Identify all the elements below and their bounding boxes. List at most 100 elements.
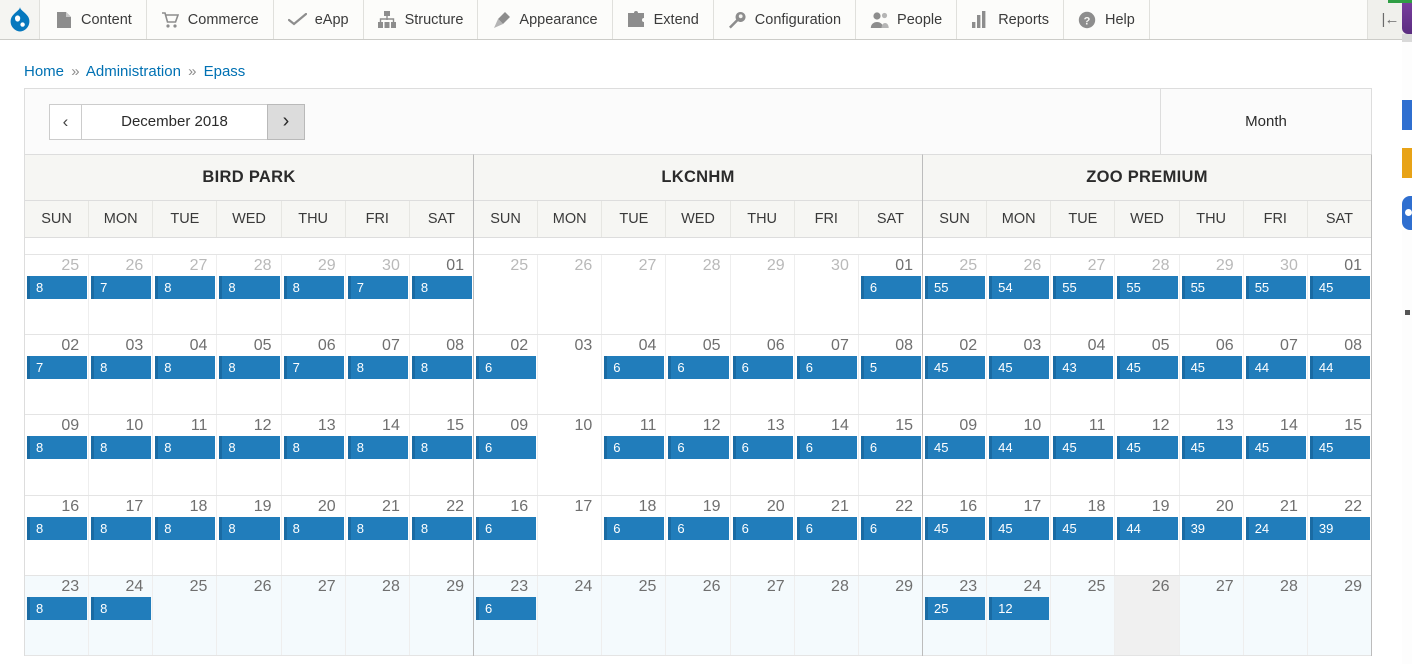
toolbar-item-configuration[interactable]: Configuration <box>713 0 857 39</box>
calendar-day-cell[interactable]: 29 55 <box>1180 255 1244 335</box>
calendar-day-cell[interactable]: 12 45 <box>1115 415 1180 495</box>
calendar-event-bar[interactable]: 45 <box>989 516 1050 540</box>
calendar-day-cell[interactable]: 05 6 <box>666 335 731 415</box>
calendar-day-cell[interactable]: 13 8 <box>282 415 346 495</box>
calendar-day-cell[interactable]: 04 43 <box>1051 335 1116 415</box>
calendar-day-cell[interactable]: 10 44 <box>987 415 1052 495</box>
calendar-event-bar[interactable]: 8 <box>219 356 280 380</box>
calendar-day-cell[interactable]: 25 <box>153 575 218 656</box>
calendar-event-bar[interactable]: 8 <box>91 516 152 540</box>
calendar-day-cell[interactable]: 03 8 <box>89 335 154 415</box>
calendar-day-cell[interactable]: 24 8 <box>89 575 154 656</box>
calendar-day-cell[interactable]: 02 45 <box>923 335 988 415</box>
calendar-day-cell[interactable]: 02 6 <box>474 335 539 415</box>
calendar-day-cell[interactable]: 25 <box>1051 575 1116 656</box>
calendar-event-bar[interactable]: 8 <box>155 356 216 380</box>
breadcrumb-item-administration[interactable]: Administration <box>86 63 181 80</box>
toolbar-item-content[interactable]: Content <box>40 0 147 39</box>
calendar-event-bar[interactable]: 55 <box>1245 276 1306 299</box>
calendar-event-bar[interactable]: 45 <box>1053 516 1114 540</box>
toolbar-item-commerce[interactable]: Commerce <box>146 0 274 39</box>
calendar-day-cell[interactable]: 10 8 <box>89 415 154 495</box>
calendar-day-cell[interactable]: 19 44 <box>1115 495 1180 575</box>
calendar-event-bar[interactable]: 5 <box>860 356 921 380</box>
calendar-event-bar[interactable]: 45 <box>925 516 986 540</box>
calendar-event-bar[interactable]: 39 <box>1309 516 1370 540</box>
calendar-day-cell[interactable]: 28 <box>666 255 731 335</box>
toolbar-item-extend[interactable]: Extend <box>612 0 714 39</box>
calendar-event-bar[interactable]: 6 <box>860 276 921 299</box>
calendar-event-bar[interactable]: 6 <box>860 516 921 540</box>
calendar-day-cell[interactable]: 25 55 <box>923 255 988 335</box>
toolbar-item-appearance[interactable]: Appearance <box>478 0 613 39</box>
calendar-event-bar[interactable]: 45 <box>989 356 1050 380</box>
calendar-day-cell[interactable]: 13 45 <box>1180 415 1244 495</box>
calendar-day-cell[interactable]: 04 6 <box>602 335 667 415</box>
calendar-event-bar[interactable]: 45 <box>1181 356 1242 380</box>
calendar-day-cell[interactable]: 27 <box>731 575 795 656</box>
calendar-day-cell[interactable]: 24 <box>538 575 603 656</box>
calendar-day-cell[interactable]: 26 7 <box>89 255 154 335</box>
calendar-day-cell[interactable]: 29 <box>859 576 922 655</box>
calendar-event-bar[interactable]: 8 <box>27 596 88 620</box>
calendar-day-cell[interactable]: 17 <box>538 495 603 575</box>
calendar-day-cell[interactable]: 15 8 <box>410 415 473 494</box>
calendar-day-cell[interactable]: 11 8 <box>153 415 218 495</box>
calendar-event-bar[interactable]: 7 <box>27 356 88 380</box>
calendar-day-cell[interactable]: 28 55 <box>1115 255 1180 335</box>
browser-bookmark-blue-1[interactable] <box>1402 100 1412 130</box>
calendar-event-bar[interactable]: 45 <box>925 356 986 380</box>
calendar-day-cell[interactable]: 06 45 <box>1180 335 1244 415</box>
calendar-day-cell[interactable]: 22 6 <box>859 496 922 575</box>
calendar-day-cell[interactable]: 03 45 <box>987 335 1052 415</box>
calendar-day-cell[interactable]: 12 8 <box>217 415 282 495</box>
breadcrumb-item-epass[interactable]: Epass <box>204 63 246 80</box>
calendar-event-bar[interactable]: 43 <box>1053 356 1114 380</box>
calendar-day-cell[interactable]: 13 6 <box>731 415 795 495</box>
calendar-day-cell[interactable]: 12 6 <box>666 415 731 495</box>
calendar-day-cell[interactable]: 18 45 <box>1051 495 1116 575</box>
calendar-event-bar[interactable]: 6 <box>732 436 793 460</box>
calendar-day-cell[interactable]: 23 8 <box>25 575 90 656</box>
calendar-event-bar[interactable]: 8 <box>411 356 472 380</box>
browser-bookmark-orange[interactable] <box>1402 148 1412 178</box>
calendar-event-bar[interactable]: 25 <box>925 596 986 620</box>
calendar-day-cell[interactable]: 19 8 <box>217 495 282 575</box>
calendar-event-bar[interactable]: 8 <box>219 436 280 460</box>
calendar-event-bar[interactable]: 7 <box>283 356 344 380</box>
calendar-day-cell[interactable]: 11 6 <box>602 415 667 495</box>
calendar-event-bar[interactable]: 8 <box>91 356 152 380</box>
calendar-event-bar[interactable]: 45 <box>1245 436 1306 460</box>
calendar-day-cell[interactable]: 23 25 <box>923 575 988 656</box>
calendar-day-cell[interactable]: 05 8 <box>217 335 282 415</box>
calendar-event-bar[interactable]: 44 <box>1245 356 1306 380</box>
browser-tab-purple[interactable] <box>1402 0 1412 34</box>
calendar-day-cell[interactable]: 25 8 <box>25 255 90 335</box>
calendar-day-cell[interactable]: 16 6 <box>474 495 539 575</box>
calendar-day-cell[interactable]: 30 55 <box>1244 255 1308 335</box>
calendar-event-bar[interactable]: 8 <box>155 516 216 540</box>
calendar-day-cell[interactable]: 28 <box>1244 575 1308 656</box>
calendar-event-bar[interactable]: 54 <box>989 276 1050 299</box>
calendar-day-cell[interactable]: 01 45 <box>1308 255 1371 334</box>
calendar-day-cell[interactable]: 20 6 <box>731 495 795 575</box>
calendar-event-bar[interactable]: 6 <box>604 516 665 540</box>
calendar-day-cell[interactable]: 27 8 <box>153 255 218 335</box>
calendar-day-cell[interactable]: 29 8 <box>282 255 346 335</box>
calendar-day-cell[interactable]: 27 <box>282 575 346 656</box>
calendar-day-cell[interactable]: 01 6 <box>859 255 922 334</box>
calendar-event-bar[interactable]: 45 <box>1053 436 1114 460</box>
calendar-day-cell[interactable]: 17 8 <box>89 495 154 575</box>
calendar-event-bar[interactable]: 45 <box>1309 436 1370 460</box>
calendar-event-bar[interactable]: 8 <box>91 436 152 460</box>
calendar-event-bar[interactable]: 8 <box>27 436 88 460</box>
calendar-event-bar[interactable]: 8 <box>347 356 408 380</box>
calendar-day-cell[interactable]: 22 8 <box>410 496 473 575</box>
calendar-event-bar[interactable]: 44 <box>989 436 1050 460</box>
calendar-day-cell[interactable]: 27 <box>1180 575 1244 656</box>
calendar-day-cell[interactable]: 08 44 <box>1308 335 1371 414</box>
calendar-day-cell[interactable]: 27 55 <box>1051 255 1116 335</box>
browser-bookmark-blue-2[interactable] <box>1402 196 1412 230</box>
calendar-event-bar[interactable]: 12 <box>989 596 1050 620</box>
calendar-day-cell[interactable]: 01 8 <box>410 255 473 334</box>
